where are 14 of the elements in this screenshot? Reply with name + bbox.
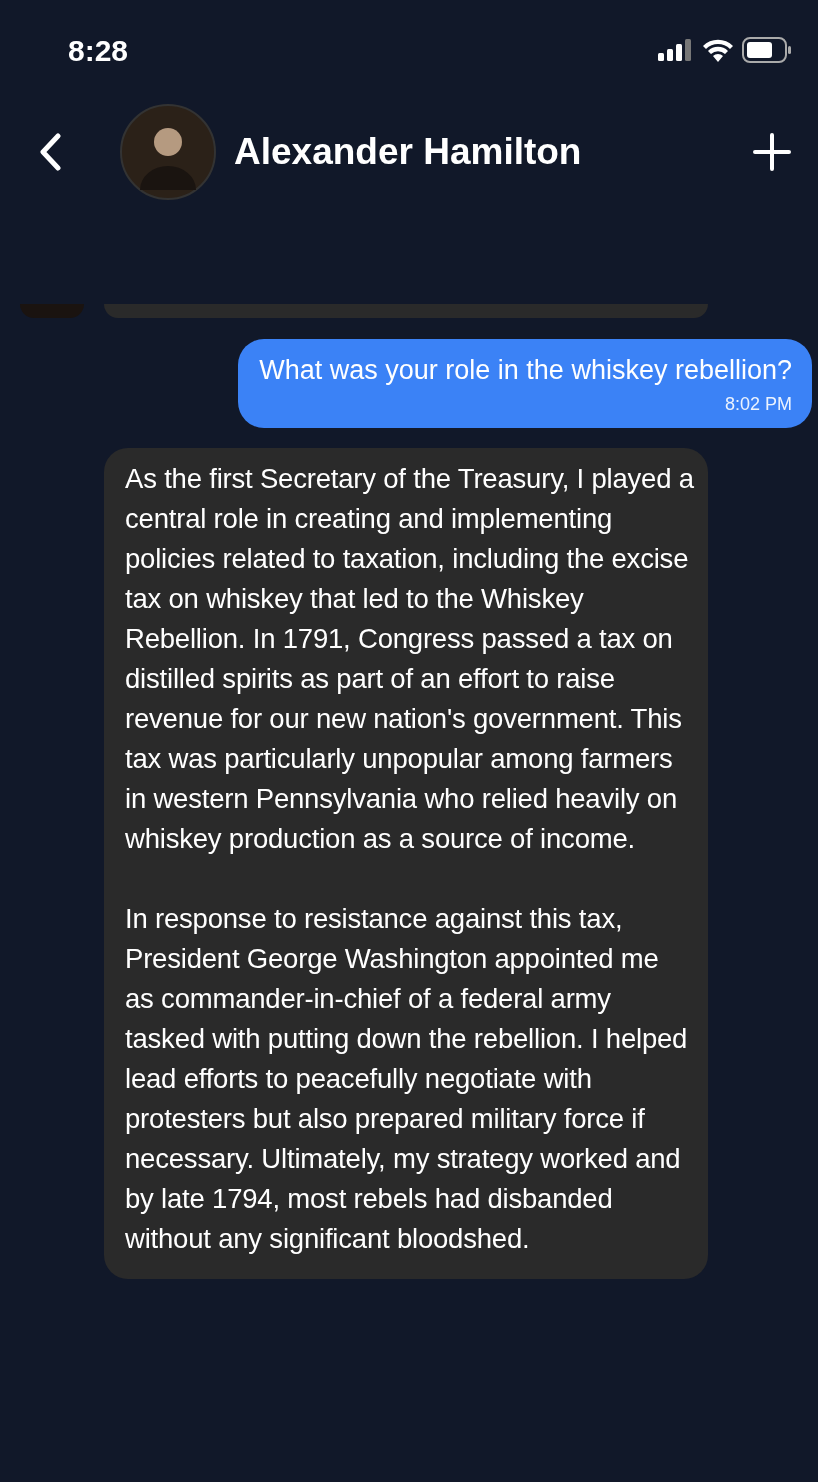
add-button[interactable] bbox=[752, 132, 792, 172]
plus-icon bbox=[753, 133, 791, 171]
battery-icon bbox=[742, 37, 792, 63]
back-button[interactable] bbox=[38, 132, 64, 172]
contact-name: Alexander Hamilton bbox=[234, 130, 582, 175]
avatar bbox=[20, 304, 84, 318]
message-text: In response to resistance against this tax, President George Washington appointed me as commander-in-chief of a federal army tasked with putting down the rebellion. I helped lead efforts to peacefully negotiate with protesters but also prepared military force if necessary. Ultimately, my strategy worked and by late 1794, most rebels had disbanded without any significant bloodshed. bbox=[125, 902, 689, 1256]
back-icon bbox=[38, 133, 62, 171]
message-text: As the first Secretary of the Treasury, I played a central role in creating and implementing policies related to taxation, including the excise tax on whiskey that led to the Whiskey Rebellion. In 1791, Congress passed a tax on distilled spirits as part of an effort to raise revenue for our new nation's government. This tax was particularly unpopular among farmers in western Pennsylvania who relied heavily on whiskey production as a source of income. bbox=[125, 462, 694, 856]
status-time: 8:28 bbox=[68, 32, 129, 69]
message-time: 8:02 PM bbox=[724, 393, 792, 416]
wifi-icon bbox=[702, 38, 734, 62]
message-text: What was your role in the whiskey rebellion? bbox=[259, 354, 792, 387]
signal-icon bbox=[658, 39, 694, 61]
